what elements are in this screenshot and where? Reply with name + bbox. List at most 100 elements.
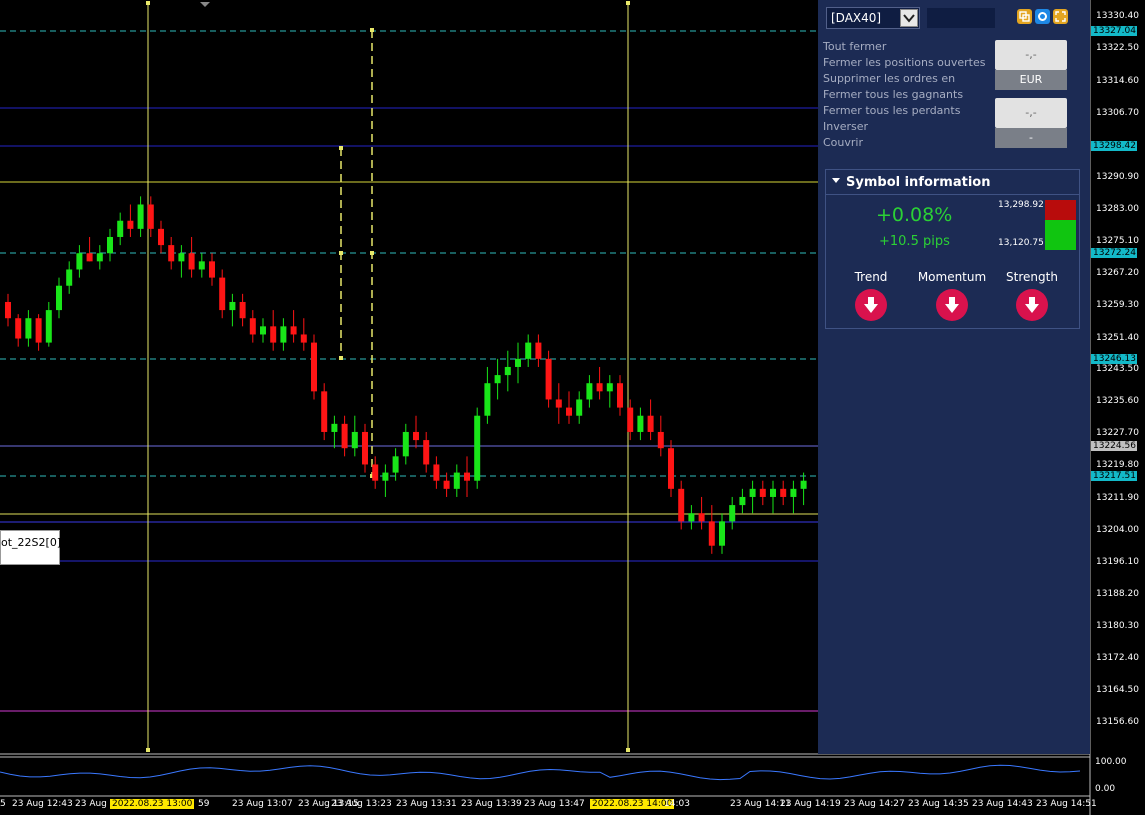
candle-body	[770, 488, 776, 497]
candle-body	[188, 253, 195, 270]
candle-body	[5, 301, 11, 319]
candle-body	[759, 488, 766, 497]
candle-body	[443, 480, 450, 489]
price-tick-label: 13164.50	[1096, 685, 1139, 695]
candle-body	[627, 407, 634, 432]
menu-close-winners[interactable]: Fermer tous les gagnants	[823, 87, 993, 103]
time-tick-label: 23 Aug 14:43	[972, 799, 1033, 809]
candle-body	[515, 358, 521, 367]
menu-delete-orders[interactable]: Supprimer les ordres en	[823, 71, 993, 87]
price-tick-label: 13314.60	[1096, 76, 1139, 86]
strength-label: Strength	[1006, 270, 1058, 284]
time-tick-label: 23 Aug 14:27	[844, 799, 905, 809]
candle-body	[668, 448, 674, 489]
candle-body	[423, 440, 430, 465]
sell-value-button[interactable]: -,-	[995, 98, 1067, 128]
change-percent: +0.08%	[876, 204, 953, 226]
trend-down-arrow-icon	[855, 289, 887, 321]
symbol-select[interactable]: [DAX40]	[826, 7, 920, 29]
price-tick-label: 13211.90	[1096, 493, 1139, 503]
candle-body	[137, 204, 144, 229]
candle-body	[66, 269, 73, 286]
oscillator-scale-bottom: 0.00	[1095, 784, 1116, 794]
copy-icon[interactable]	[1017, 9, 1032, 24]
candle-body	[729, 505, 736, 522]
buy-value-button[interactable]: -,-	[995, 40, 1067, 70]
collapse-arrow-icon[interactable]	[832, 178, 840, 183]
candle-body	[647, 415, 654, 432]
menu-close-all[interactable]: Tout fermer	[823, 39, 993, 55]
time-tick-label: 23 Aug 13:39	[461, 799, 522, 809]
candle-body	[209, 261, 215, 278]
candle-body	[45, 310, 52, 343]
price-tick-label: 13251.40	[1096, 333, 1139, 343]
oscillator-line	[0, 764, 1081, 781]
strength-down-arrow-icon	[1016, 289, 1048, 321]
price-level-badge: 13224.56	[1091, 441, 1137, 451]
candle-body	[311, 342, 317, 392]
settings-gear-icon[interactable]	[1035, 9, 1050, 24]
price-tick-label: 13156.60	[1096, 717, 1139, 727]
menu-hedge[interactable]: Couvrir	[823, 135, 993, 151]
candle-body	[25, 318, 32, 339]
candle-body	[96, 253, 103, 262]
candle-body	[749, 488, 756, 497]
candle-body	[56, 285, 62, 311]
candle-body	[362, 431, 368, 465]
momentum-down-arrow-icon	[936, 289, 968, 321]
anchor-point	[339, 146, 343, 150]
time-tick-label: 14:03	[664, 799, 690, 809]
candle-body	[321, 391, 328, 432]
candle-body	[147, 204, 154, 229]
price-level-badge: 13298.42	[1091, 141, 1137, 151]
time-tick-label: 23 Aug 12:43	[12, 799, 73, 809]
candle-body	[15, 318, 22, 339]
candle-body	[392, 456, 399, 473]
expand-icon[interactable]	[1053, 9, 1068, 24]
symbol-information-header[interactable]: Symbol information	[826, 170, 1079, 195]
price-tick-label: 13180.30	[1096, 621, 1139, 631]
candle-body	[494, 375, 501, 384]
anchor-point	[146, 1, 150, 5]
candle-body	[178, 253, 185, 262]
time-tick-label: 23 Aug 13:07	[232, 799, 293, 809]
lot-input[interactable]	[926, 7, 996, 29]
menu-close-open-positions[interactable]: Fermer les positions ouvertes	[823, 55, 993, 71]
sell-sub-label: -	[995, 128, 1067, 148]
menu-reverse[interactable]: Inverser	[823, 119, 993, 135]
candle-body	[535, 342, 542, 359]
candle-body	[300, 334, 307, 343]
close-actions-menu: Tout fermer Fermer les positions ouverte…	[823, 39, 993, 151]
anchor-point	[626, 748, 630, 752]
candle-body	[484, 383, 491, 416]
anchor-point	[370, 251, 374, 255]
price-tick-label: 13235.60	[1096, 396, 1139, 406]
candle-body	[402, 431, 409, 457]
time-tick-label: 23 Aug 14:35	[908, 799, 969, 809]
candle-body	[168, 245, 175, 262]
scroll-marker-icon	[200, 2, 210, 7]
candle-body	[678, 488, 685, 522]
price-tick-label: 13330.40	[1096, 11, 1139, 21]
candle-body	[596, 383, 603, 392]
candle-body	[86, 253, 93, 262]
price-level-badge: 13217.51	[1091, 471, 1137, 481]
candle-body	[800, 480, 807, 489]
time-tick-label: 23 Aug	[75, 799, 107, 809]
trend-label: Trend	[854, 270, 888, 284]
candle-body	[239, 301, 246, 319]
candle-body	[617, 383, 623, 408]
price-tick-label: 13283.00	[1096, 204, 1139, 214]
candle-body	[504, 366, 511, 376]
chevron-down-icon[interactable]	[900, 9, 918, 27]
menu-close-losers[interactable]: Fermer tous les perdants	[823, 103, 993, 119]
candle-body	[35, 318, 42, 343]
anchor-point	[339, 356, 343, 360]
time-tick-label: 2022.08.23 13:00	[110, 799, 195, 809]
candle-body	[453, 472, 460, 489]
candle-body	[198, 261, 205, 270]
momentum-label: Momentum	[917, 270, 987, 284]
candle-body	[566, 407, 572, 416]
candle-body	[413, 431, 419, 441]
indicator-legend[interactable]: ot_22S2[0]	[0, 530, 61, 565]
